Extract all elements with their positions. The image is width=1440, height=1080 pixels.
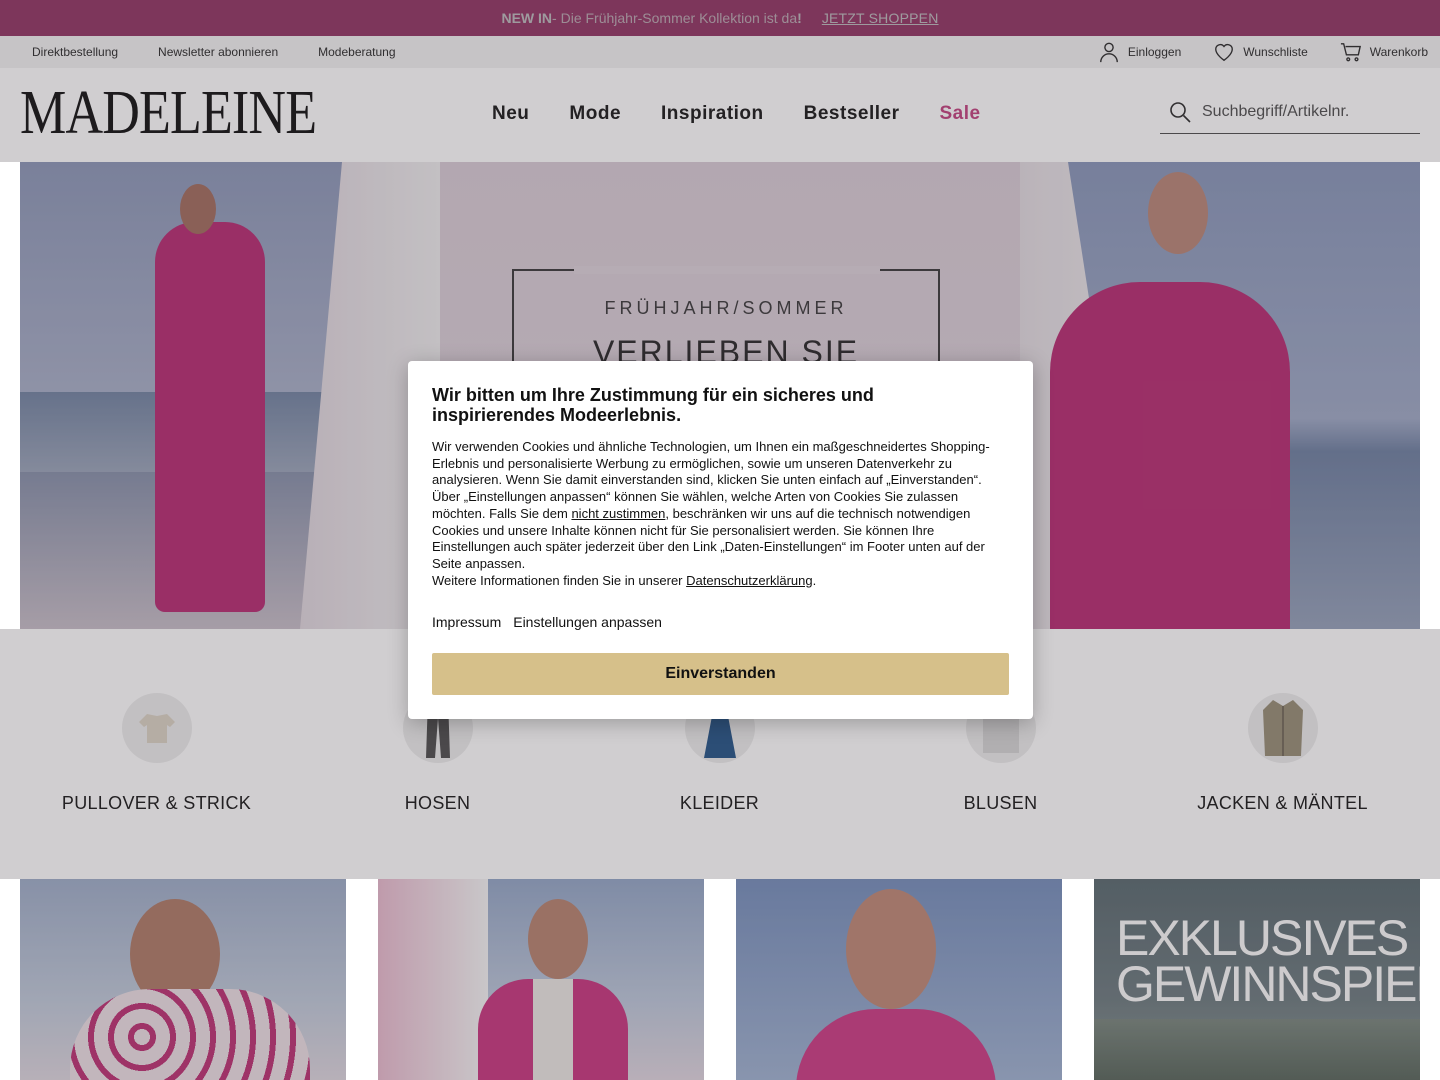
imprint-link[interactable]: Impressum xyxy=(432,614,501,630)
backdrop-promo xyxy=(0,0,1440,36)
privacy-link[interactable]: Datenschutzerklärung xyxy=(686,573,812,588)
consent-body: Wir verwenden Cookies und ähnliche Techn… xyxy=(432,439,1009,589)
teaser-tile-1[interactable] xyxy=(20,879,346,1080)
consent-links: Impressum Einstellungen anpassen xyxy=(432,614,1009,630)
backdrop-tile xyxy=(378,879,704,1080)
consent-body-part-4: . xyxy=(812,572,817,588)
accept-button[interactable]: Einverstanden xyxy=(432,653,1009,696)
teaser-tile-3[interactable] xyxy=(736,879,1062,1080)
backdrop-tile xyxy=(20,879,346,1080)
cookie-consent-dialog: Wir bitten um Ihre Zustimmung für ein si… xyxy=(408,361,1033,719)
backdrop-tile xyxy=(1094,879,1420,1080)
teaser-tile-2[interactable] xyxy=(378,879,704,1080)
consent-title: Wir bitten um Ihre Zustimmung für ein si… xyxy=(432,385,874,425)
consent-body-part-3: Weitere Informationen finden Sie in unse… xyxy=(432,572,687,588)
backdrop-header xyxy=(0,36,1440,162)
backdrop-tile xyxy=(736,879,1062,1080)
teaser-tile-gewinnspiel[interactable]: EXKLUSIVES GEWINNSPIEL xyxy=(1094,879,1420,1080)
settings-link[interactable]: Einstellungen anpassen xyxy=(513,614,662,630)
reject-link[interactable]: nicht zustimmen xyxy=(571,506,665,521)
